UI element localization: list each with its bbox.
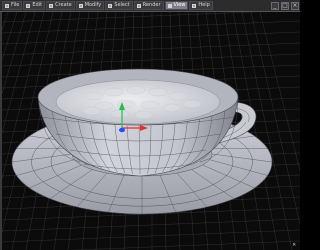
menu-tab-label: Help bbox=[198, 2, 210, 8]
modeler-window: File Edit Create Modify Select Render Vi… bbox=[0, 0, 300, 250]
view-cube-icon[interactable]: ✕ bbox=[292, 241, 296, 248]
close-button[interactable]: × bbox=[291, 1, 299, 10]
help-icon bbox=[192, 3, 197, 8]
menu-tab-label: Create bbox=[55, 2, 72, 8]
liquid-bump bbox=[162, 103, 182, 113]
grid-line bbox=[250, 12, 300, 225]
maximize-button[interactable]: □ bbox=[281, 1, 289, 10]
liquid-bump bbox=[116, 99, 136, 109]
grid-line bbox=[2, 53, 300, 67]
liquid-bump bbox=[182, 99, 202, 109]
edit-icon bbox=[26, 3, 31, 8]
menu-tab-help[interactable]: Help bbox=[189, 1, 213, 10]
liquid-bump bbox=[134, 110, 154, 120]
create-icon bbox=[49, 3, 54, 8]
render-icon bbox=[136, 3, 141, 8]
grid-line bbox=[2, 42, 300, 56]
menu-tab-label: Modify bbox=[84, 2, 102, 8]
grid-line bbox=[241, 12, 293, 250]
liquid-bump bbox=[110, 109, 130, 119]
grid-line bbox=[259, 12, 300, 172]
menu-tab-label: Edit bbox=[32, 2, 43, 8]
liquid-bump bbox=[82, 106, 102, 116]
file-icon bbox=[5, 3, 9, 8]
liquid-bump bbox=[168, 91, 188, 101]
menu-tab-file[interactable]: File bbox=[2, 1, 23, 10]
menu-tab-modify[interactable]: Modify bbox=[75, 1, 105, 10]
liquid-bump bbox=[148, 87, 168, 97]
grid-line bbox=[72, 240, 300, 250]
grid-line bbox=[2, 218, 300, 232]
liquid-bump bbox=[126, 85, 146, 95]
gizmo-z-handle[interactable] bbox=[119, 127, 125, 133]
menu-tab-view[interactable]: View bbox=[164, 1, 189, 10]
menu-tab-create[interactable]: Create bbox=[46, 1, 75, 10]
menu-tab-label: View bbox=[173, 2, 186, 8]
menu-tab-label: Render bbox=[142, 2, 161, 8]
menu-tab-select[interactable]: Select bbox=[105, 1, 133, 10]
3d-viewport[interactable]: ✕ bbox=[2, 12, 300, 250]
liquid-bump bbox=[84, 91, 104, 101]
liquid-bump bbox=[140, 100, 160, 110]
menu-tab-render[interactable]: Render bbox=[133, 1, 164, 10]
grid-line bbox=[2, 12, 255, 23]
select-icon bbox=[108, 3, 113, 8]
menu-tab-label: File bbox=[11, 2, 20, 8]
viewport-canvas[interactable] bbox=[2, 12, 300, 250]
minimize-button[interactable]: _ bbox=[271, 1, 279, 10]
liquid-bump bbox=[104, 87, 124, 97]
grid-line bbox=[2, 229, 300, 243]
menu-tab-edit[interactable]: Edit bbox=[23, 1, 46, 10]
grid-line bbox=[2, 12, 18, 61]
menu-tab-label: Select bbox=[114, 2, 130, 8]
menu-bar: File Edit Create Modify Select Render Vi… bbox=[0, 0, 300, 12]
grid-line bbox=[2, 31, 300, 45]
grid-line bbox=[2, 12, 9, 31]
modify-icon bbox=[78, 3, 83, 8]
view-icon bbox=[167, 3, 172, 8]
